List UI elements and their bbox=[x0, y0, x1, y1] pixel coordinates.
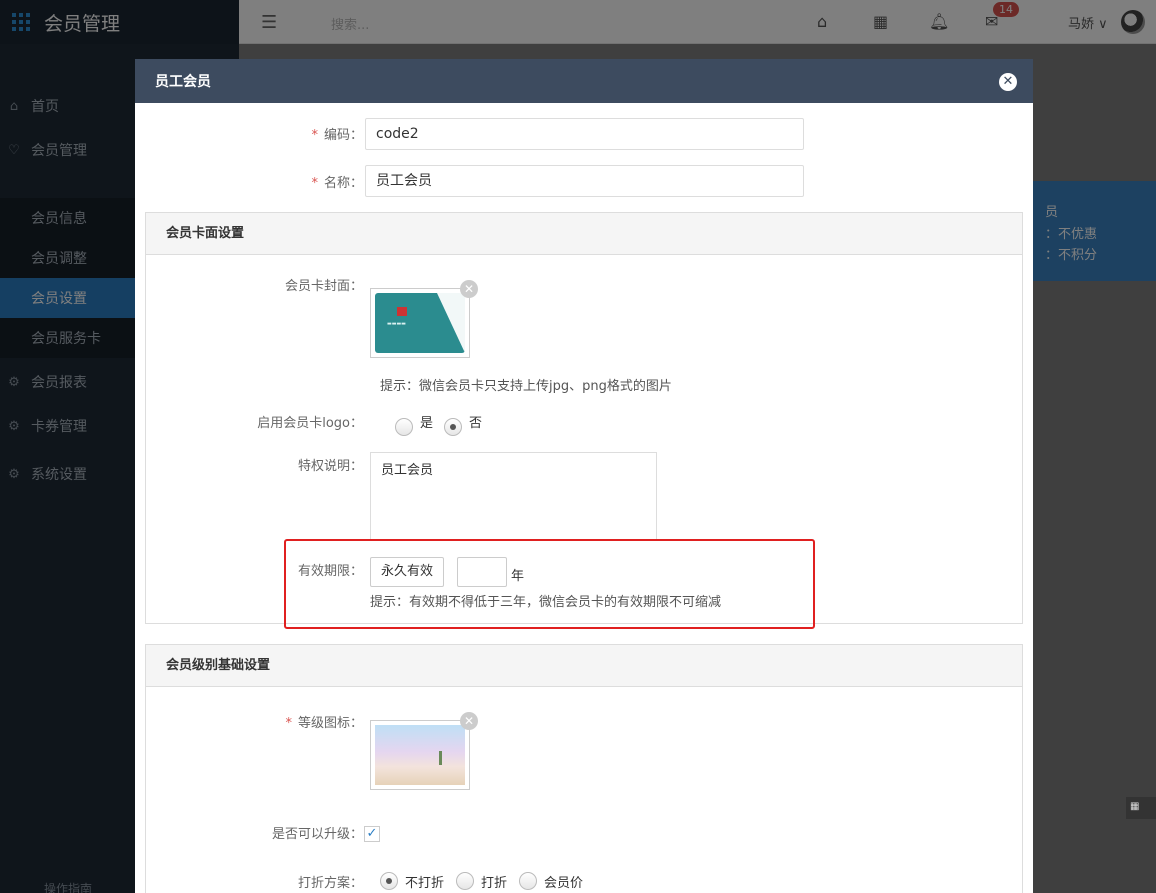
background-widget: ▦ bbox=[1126, 797, 1156, 819]
logo-enable-label: 启用会员卡logo： bbox=[257, 416, 363, 431]
card-cover-thumbnail[interactable]: ▬▬▬▬ bbox=[370, 288, 470, 358]
level-icon-image bbox=[375, 725, 465, 785]
card-logo-text-graphic: ▬▬▬▬ bbox=[387, 321, 406, 327]
privilege-label: 特权说明： bbox=[297, 459, 363, 474]
level-basic-section: 会员级别基础设置 bbox=[145, 644, 1023, 893]
privilege-textarea[interactable]: 员工会员 bbox=[370, 452, 657, 540]
discount-label: 打折方案： bbox=[297, 876, 363, 891]
modal-title: 员工会员 bbox=[155, 74, 211, 90]
logo-no-radio[interactable] bbox=[444, 418, 462, 436]
discount-option-label: 打折 bbox=[481, 876, 508, 891]
name-field[interactable]: 员工会员 bbox=[365, 165, 804, 197]
card-logo-icon bbox=[397, 307, 407, 316]
section-title: 会员级别基础设置 bbox=[146, 645, 1022, 687]
name-label: * 名称： bbox=[311, 176, 363, 191]
close-icon[interactable]: ✕ bbox=[999, 73, 1017, 91]
cover-hint: 提示：微信会员卡只支持上传jpg、png格式的图片 bbox=[380, 379, 672, 394]
member-level-modal: 员工会员 ✕ * 编码： code2 * 名称： 员工会员 会员卡面设置 会员卡封面… bbox=[135, 59, 1033, 893]
upgrade-label: 是否可以升级： bbox=[271, 827, 363, 842]
level-icon-label: * 等级图标： bbox=[285, 716, 363, 731]
card-cover-image: ▬▬▬▬ bbox=[375, 293, 465, 353]
logo-yes-radio[interactable] bbox=[395, 418, 413, 436]
member-price-label: 会员价 bbox=[544, 876, 584, 891]
member-price-radio[interactable] bbox=[519, 872, 537, 890]
upgrade-checkbox[interactable]: ✓ bbox=[364, 826, 380, 842]
discount-radio[interactable] bbox=[456, 872, 474, 890]
validity-highlight-box bbox=[284, 539, 815, 629]
remove-cover-icon[interactable]: ✕ bbox=[460, 280, 478, 298]
section-title: 会员卡面设置 bbox=[146, 213, 1022, 255]
level-icon-thumbnail[interactable] bbox=[370, 720, 470, 790]
no-discount-label: 不打折 bbox=[405, 876, 445, 891]
logo-yes-label: 是 bbox=[420, 416, 434, 431]
logo-no-label: 否 bbox=[469, 416, 483, 431]
no-discount-radio[interactable] bbox=[380, 872, 398, 890]
card-cover-label: 会员卡封面： bbox=[284, 279, 363, 294]
code-field[interactable]: code2 bbox=[365, 118, 804, 150]
remove-level-icon[interactable]: ✕ bbox=[460, 712, 478, 730]
modal-header: 员工会员 ✕ bbox=[135, 59, 1033, 103]
code-label: * 编码： bbox=[311, 128, 363, 143]
